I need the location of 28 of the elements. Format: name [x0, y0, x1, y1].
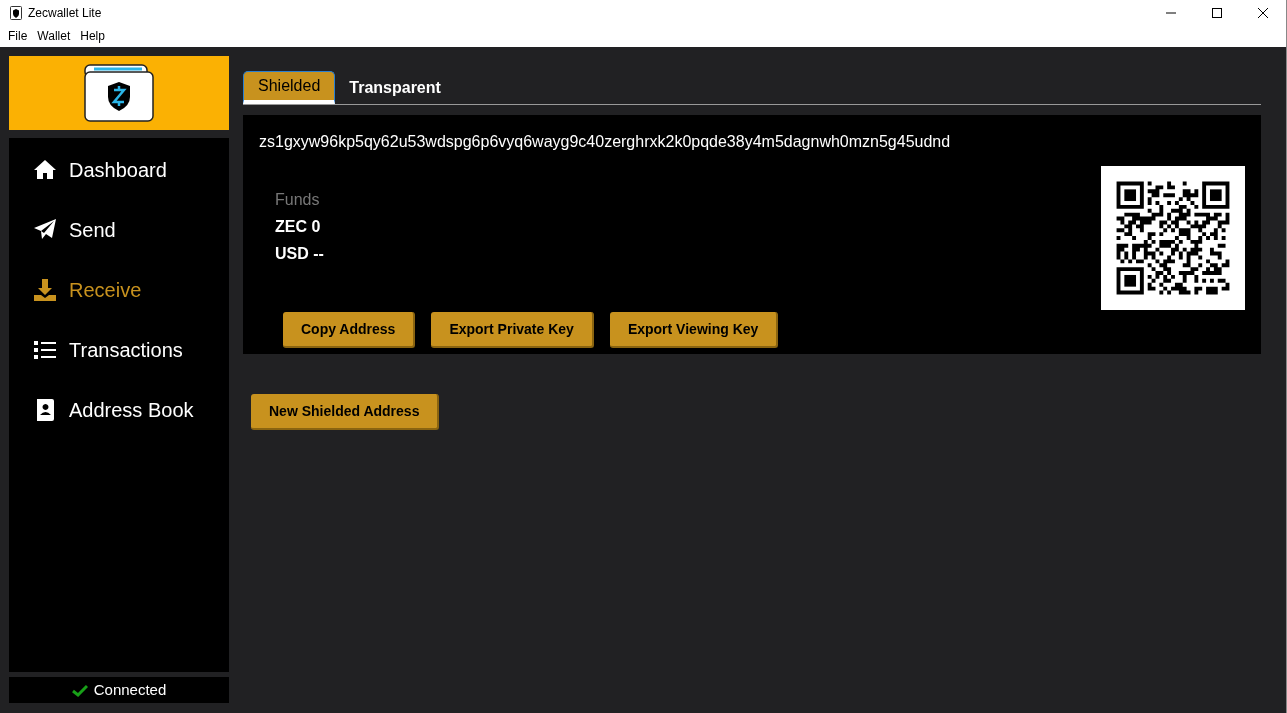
zec-balance: ZEC 0	[275, 217, 322, 237]
sidebar-icon	[33, 338, 57, 362]
connection-status: Connected	[93, 679, 167, 700]
sidebar-item[interactable]: Receive	[9, 260, 229, 320]
funds-label: Funds	[275, 190, 321, 210]
action-button[interactable]: Copy Address	[283, 312, 416, 348]
action-button[interactable]: Export Private Key	[431, 312, 594, 348]
tab[interactable]: Transparent	[337, 71, 453, 104]
sidebar-icon	[33, 158, 57, 182]
menu-item[interactable]: Wallet	[32, 27, 76, 45]
menu-item[interactable]: File	[3, 27, 33, 45]
sidebar-item[interactable]: Transactions	[9, 320, 229, 380]
wallet-logo-icon	[84, 64, 154, 122]
sidebar-item[interactable]: Dashboard	[9, 140, 229, 200]
window-title: Zecwallet Lite	[28, 4, 102, 22]
sidebar-item[interactable]: Address Book	[9, 380, 229, 440]
tab[interactable]: Shielded	[243, 71, 336, 104]
check-icon	[71, 683, 88, 697]
sidebar-item[interactable]: Send	[9, 200, 229, 260]
sidebar-icon	[33, 278, 57, 302]
menu-item[interactable]: Help	[75, 27, 110, 45]
maximize-icon	[1212, 7, 1222, 18]
close-icon	[1258, 7, 1268, 18]
usd-balance: USD --	[275, 244, 325, 264]
address-text: zs1gxyw96kp5qy62u53wdspg6p6vyq6wayg9c40zerghrxk2k0pqde38y4m5dagnwh0mzn5g45udnd	[259, 132, 952, 152]
action-button[interactable]: Export Viewing Key	[609, 312, 779, 348]
app-icon	[10, 5, 22, 20]
new-shielded-address-button[interactable]: New Shielded Address	[251, 394, 440, 430]
